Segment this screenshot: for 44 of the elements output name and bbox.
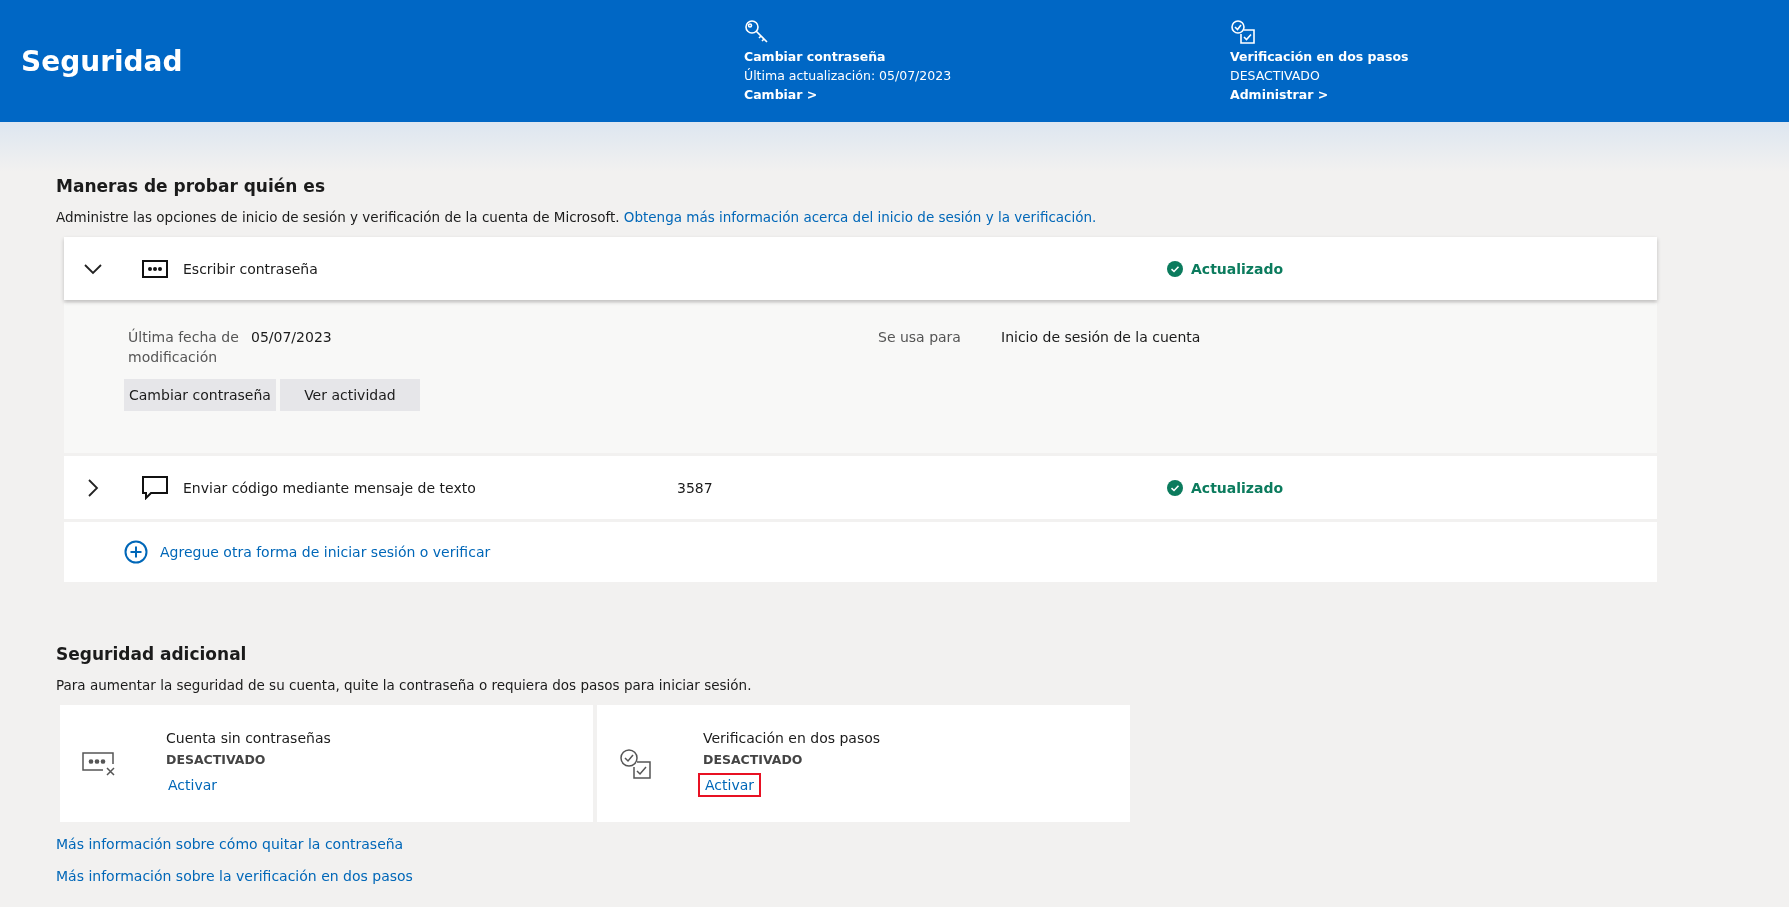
- plus-circle-icon[interactable]: [124, 540, 148, 564]
- detail-label: Última fecha de modificación: [128, 327, 240, 367]
- section-title: Maneras de probar quién es: [56, 175, 326, 196]
- detail-value: 05/07/2023: [251, 328, 332, 347]
- action-button[interactable]: Cambiar contraseña: [124, 379, 276, 411]
- card-status: DESACTIVADO: [703, 752, 803, 767]
- card-status: DESACTIVADO: [166, 752, 266, 767]
- info-link[interactable]: Obtenga más información acerca del inicio de sesión y la verificación.: [623, 209, 1097, 225]
- header-item-link[interactable]: Administrar >: [1230, 84, 1716, 104]
- header-item-title: Verificación en dos pasos: [1230, 47, 1410, 66]
- info-link[interactable]: Más información sobre la verificación en dos pasos: [56, 868, 413, 884]
- section-description: Administre las opciones de inicio de sesión y verificación de la cuenta de Microsoft. Obtenga más información acerca del inicio de sesión y la verificación.: [56, 209, 1098, 225]
- header-item-link[interactable]: Cambiar >: [744, 84, 1230, 104]
- sign-in-method-row[interactable]: Enviar código mediante mensaje de texto 3587 Actualizado: [64, 456, 1657, 519]
- page-title: Seguridad: [21, 44, 184, 78]
- detail-value: Inicio de sesión de la cuenta: [1001, 328, 1201, 347]
- checkmark-boxes-icon: [1230, 18, 1256, 45]
- sign-in-method-row[interactable]: Escribir contraseña Actualizado: [64, 237, 1657, 300]
- chevron-down-icon[interactable]: [84, 262, 102, 275]
- header-item-title: Cambiar contraseña: [744, 47, 887, 66]
- method-value: 3587: [677, 479, 713, 496]
- password-dots-icon: [142, 259, 168, 278]
- card-title: Verificación en dos pasos: [703, 730, 881, 746]
- password-cross-icon: [82, 749, 116, 778]
- activate-link[interactable]: Activar: [161, 773, 225, 797]
- action-button[interactable]: Ver actividad: [279, 379, 420, 411]
- card-title: Cuenta sin contraseñas: [166, 730, 331, 746]
- key-icon: [744, 18, 770, 45]
- check-circle-icon: [1167, 479, 1183, 496]
- speech-bubble-icon: [142, 475, 168, 500]
- detail-label: Se usa para: [878, 328, 962, 347]
- status-text: Actualizado: [1191, 479, 1284, 496]
- section-description: Para aumentar la seguridad de su cuenta, quite la contraseña o requiera dos pasos para iniciar sesión.: [56, 677, 753, 693]
- method-name: Enviar código mediante mensaje de texto: [183, 479, 477, 496]
- method-name: Escribir contraseña: [183, 260, 319, 277]
- info-link[interactable]: Más información sobre cómo quitar la contraseña: [56, 836, 404, 852]
- check-circle-icon: [1167, 260, 1183, 277]
- header-item-status: DESACTIVADO: [1230, 66, 1321, 85]
- activate-link[interactable]: Activar: [698, 773, 762, 797]
- checkmark-boxes-icon: [619, 747, 653, 780]
- status-text: Actualizado: [1191, 260, 1284, 277]
- section-title: Seguridad adicional: [56, 643, 248, 664]
- header-item-status: Última actualización: 05/07/2023: [744, 66, 953, 85]
- add-method-link[interactable]: Agregue otra forma de iniciar sesión o verificar: [160, 544, 491, 560]
